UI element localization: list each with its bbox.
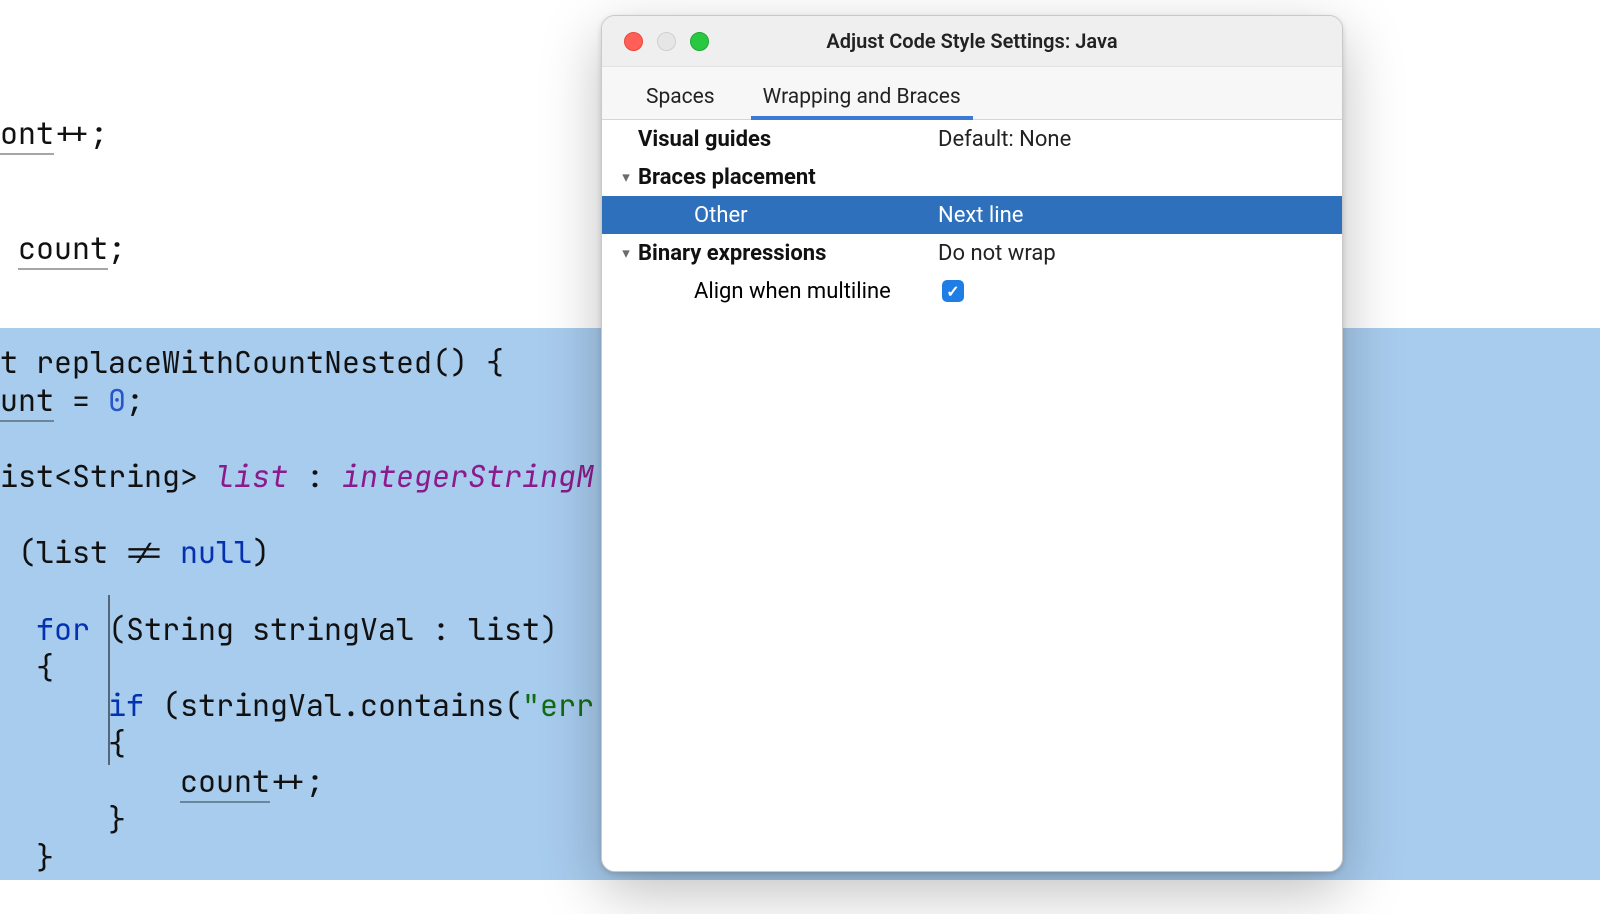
code-fn-pre: t bbox=[0, 342, 36, 382]
code-if-close: ) bbox=[252, 532, 270, 572]
code-sc2: ; bbox=[126, 380, 144, 420]
code-for: for bbox=[36, 609, 90, 649]
code-zero: 0 bbox=[108, 380, 126, 420]
code-brace-open2: { bbox=[108, 723, 126, 763]
code-frag-pp: ++; bbox=[54, 113, 108, 153]
code-eq: = bbox=[54, 380, 108, 420]
code-err-str: "err bbox=[522, 685, 594, 725]
label-align-multiline: Align when multiline bbox=[694, 279, 942, 304]
window-controls bbox=[602, 32, 709, 51]
code-brace-close2: } bbox=[36, 837, 54, 877]
close-icon[interactable] bbox=[624, 32, 643, 51]
code-count-inner: count bbox=[180, 761, 270, 803]
code-colon: : bbox=[288, 456, 342, 496]
row-binary-expressions[interactable]: ▾ Binary expressions Do not wrap bbox=[602, 234, 1342, 272]
minimize-icon[interactable] bbox=[657, 32, 676, 51]
tab-spaces[interactable]: Spaces bbox=[638, 85, 723, 119]
code-for-args: (String stringVal : list) bbox=[90, 609, 558, 649]
chevron-down-icon[interactable]: ▾ bbox=[614, 168, 638, 186]
label-braces-placement: Braces placement bbox=[638, 165, 938, 190]
code-int-string: integerStringM bbox=[342, 456, 594, 496]
code-if: if bbox=[108, 685, 144, 725]
row-align-when-multiline[interactable]: Align when multiline bbox=[602, 272, 1342, 310]
code-fn-name: replaceWithCountNested bbox=[36, 342, 432, 382]
code-null: null bbox=[180, 532, 252, 572]
code-ist-pre: ist<String> bbox=[0, 456, 216, 496]
settings-list: Visual guides Default: None ▾ Braces pla… bbox=[602, 120, 1342, 310]
row-braces-placement[interactable]: ▾ Braces placement bbox=[602, 158, 1342, 196]
code-list-ref1: list bbox=[36, 532, 108, 572]
value-visual-guides: Default: None bbox=[938, 127, 1071, 152]
popup-titlebar[interactable]: Adjust Code Style Settings: Java bbox=[602, 16, 1342, 67]
code-neq: != bbox=[108, 532, 180, 572]
chevron-down-icon[interactable]: ▾ bbox=[614, 244, 638, 262]
code-unt: unt bbox=[0, 380, 54, 422]
code-list-var: list bbox=[216, 456, 288, 496]
label-binary-expressions: Binary expressions bbox=[638, 241, 938, 266]
code-count: count bbox=[18, 228, 108, 270]
code-if-open: ( bbox=[0, 532, 36, 572]
row-visual-guides[interactable]: Visual guides Default: None bbox=[602, 120, 1342, 158]
tab-wrapping-and-braces[interactable]: Wrapping and Braces bbox=[755, 85, 969, 119]
code-frag-ont: ont bbox=[0, 113, 54, 155]
code-style-popup: Adjust Code Style Settings: Java Spaces … bbox=[601, 15, 1343, 872]
code-fn-post: () { bbox=[432, 342, 504, 382]
label-other: Other bbox=[694, 203, 938, 228]
code-pp-inner: ++; bbox=[270, 761, 324, 801]
row-other[interactable]: Other Next line bbox=[602, 196, 1342, 234]
code-sc1: ; bbox=[108, 228, 126, 268]
label-visual-guides: Visual guides bbox=[638, 127, 938, 152]
checkbox-align-multiline[interactable] bbox=[942, 280, 964, 302]
value-binary-expressions: Do not wrap bbox=[938, 241, 1056, 266]
value-other: Next line bbox=[938, 203, 1023, 228]
code-brace-open1: { bbox=[36, 647, 54, 687]
code-brace-close1: } bbox=[108, 799, 126, 839]
zoom-icon[interactable] bbox=[690, 32, 709, 51]
popup-title: Adjust Code Style Settings: Java bbox=[826, 29, 1117, 53]
code-contains: (stringVal.contains( bbox=[144, 685, 522, 725]
popup-tabs: Spaces Wrapping and Braces bbox=[602, 67, 1342, 120]
